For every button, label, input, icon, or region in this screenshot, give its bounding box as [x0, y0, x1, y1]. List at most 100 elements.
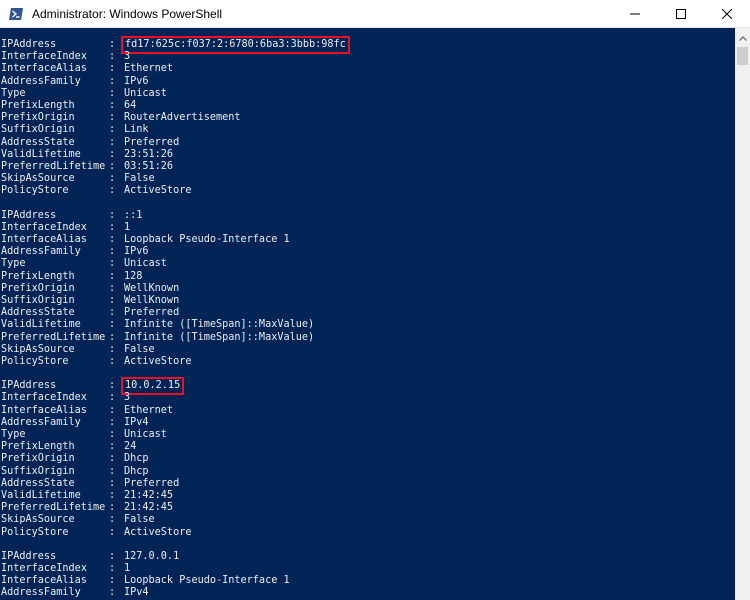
separator-colon: :	[109, 526, 116, 538]
property-name: IPAddress	[1, 380, 57, 392]
separator-colon: :	[109, 307, 116, 319]
console-line: AddressFamily: IPv4	[0, 417, 735, 429]
scrollbar-thumb[interactable]	[737, 47, 748, 65]
console-line: IPAddress:10.0.2.15	[0, 377, 735, 396]
console-line: InterfaceIndex:1	[0, 563, 735, 575]
property-value: 3	[124, 392, 131, 404]
property-name: AddressFamily	[1, 75, 81, 87]
console-line: ValidLifetime: Infinite ([TimeSpan]::MaxV…	[0, 319, 735, 331]
window-title: Administrator: Windows PowerShell	[32, 6, 223, 21]
property-name: PrefixOrigin	[1, 282, 75, 294]
powershell-window: Administrator: Windows PowerShell IPAddr…	[0, 0, 750, 600]
console-line: SuffixOrigin: WellKnown	[0, 295, 735, 307]
console-line: SuffixOrigin: Dhcp	[0, 466, 735, 478]
separator-colon: :	[109, 99, 116, 111]
property-value: Unicast	[124, 258, 167, 270]
property-name: AddressFamily	[1, 416, 81, 428]
separator-colon: :	[109, 221, 116, 233]
property-name: InterfaceIndex	[1, 563, 87, 575]
separator-colon: :	[109, 124, 116, 136]
property-value: 127.0.0.1	[124, 550, 180, 562]
property-name: AddressState	[1, 307, 75, 319]
separator-colon: :	[109, 136, 116, 148]
console-line: ValidLifetime:21:42:45	[0, 490, 735, 502]
property-value: RouterAdvertisement	[124, 112, 241, 124]
console-line: Type: Unicast	[0, 88, 735, 100]
separator-colon: :	[109, 75, 116, 87]
console-line: PrefixLength:128	[0, 271, 735, 283]
console-line: PrefixLength:24	[0, 441, 735, 453]
separator-colon: :	[109, 441, 116, 453]
property-value: WellKnown	[124, 294, 180, 306]
property-name: SuffixOrigin	[1, 124, 75, 136]
property-name: PreferredLifetime	[1, 502, 106, 514]
maximize-button[interactable]	[658, 0, 704, 28]
separator-colon: :	[109, 270, 116, 282]
console-line: ValidLifetime:23:51:26	[0, 149, 735, 161]
property-name: InterfaceIndex	[1, 221, 87, 233]
property-name: SkipAsSource	[1, 343, 75, 355]
separator-colon: :	[109, 112, 116, 124]
vertical-scrollbar[interactable]	[735, 28, 750, 600]
console-output[interactable]: IPAddress: fd17:625c:f037:2:6780:6ba3:3bb…	[0, 28, 735, 600]
separator-colon: :	[109, 63, 116, 75]
property-name: SuffixOrigin	[1, 294, 75, 306]
property-name: PolicyStore	[1, 526, 69, 538]
close-icon	[722, 8, 732, 19]
separator-colon: :	[109, 453, 116, 465]
separator-colon: :	[109, 343, 116, 355]
powershell-icon	[8, 6, 24, 22]
property-value: False	[124, 514, 155, 526]
console-line: AddressState: Preferred	[0, 137, 735, 149]
console-line: InterfaceIndex:3	[0, 392, 735, 404]
separator-colon: :	[109, 489, 116, 501]
separator-colon: :	[109, 234, 116, 245]
console-line: Type: Unicast	[0, 429, 735, 441]
separator-colon: :	[109, 185, 116, 197]
scroll-up-button[interactable]	[735, 28, 750, 45]
separator-colon: :	[109, 575, 116, 587]
property-value: Unicast	[124, 87, 167, 99]
separator-colon: :	[109, 209, 116, 221]
property-name: SkipAsSource	[1, 514, 75, 526]
property-value: False	[124, 343, 155, 355]
property-name: InterfaceAlias	[1, 234, 87, 245]
window-controls	[612, 0, 750, 28]
property-value: Infinite ([TimeSpan]::MaxValue)	[124, 319, 315, 331]
property-value: Link	[124, 124, 149, 136]
separator-colon: :	[109, 258, 116, 270]
close-button[interactable]	[704, 0, 750, 28]
property-value: IPv6	[124, 246, 149, 258]
console-line: SkipAsSource: False	[0, 344, 735, 356]
property-name: PolicyStore	[1, 185, 69, 197]
property-value: 24	[124, 441, 137, 453]
separator-colon: :	[109, 87, 116, 99]
property-name: AddressFamily	[1, 587, 81, 599]
separator-colon: :	[109, 392, 116, 404]
property-name: PreferredLifetime	[1, 331, 106, 343]
property-value: 64	[124, 99, 137, 111]
property-name: PrefixOrigin	[1, 453, 75, 465]
property-name: InterfaceAlias	[1, 404, 87, 416]
title-bar[interactable]: Administrator: Windows PowerShell	[0, 0, 750, 28]
property-name: InterfaceAlias	[1, 63, 87, 75]
minimize-button[interactable]	[612, 0, 658, 28]
property-value: 21:42:45	[124, 489, 174, 501]
separator-colon: :	[109, 246, 116, 258]
property-value: Preferred	[124, 307, 180, 319]
minimize-icon	[630, 9, 640, 19]
console-line: PreferredLifetime:03:51:26	[0, 161, 735, 173]
console-line: PrefixLength:64	[0, 100, 735, 112]
chevron-up-icon	[738, 28, 747, 46]
console-line: PrefixOrigin: WellKnown	[0, 283, 735, 295]
property-value: WellKnown	[124, 282, 180, 294]
console-line: PolicyStore: ActiveStore	[0, 527, 735, 539]
console-line: InterfaceIndex:3	[0, 51, 735, 63]
highlighted-ip-value: fd17:625c:f037:2:6780:6ba3:3bbb:98fc	[121, 35, 350, 55]
separator-colon: :	[109, 160, 116, 172]
separator-colon: :	[109, 355, 116, 367]
separator-colon: :	[109, 477, 116, 489]
property-value: 128	[124, 270, 143, 282]
